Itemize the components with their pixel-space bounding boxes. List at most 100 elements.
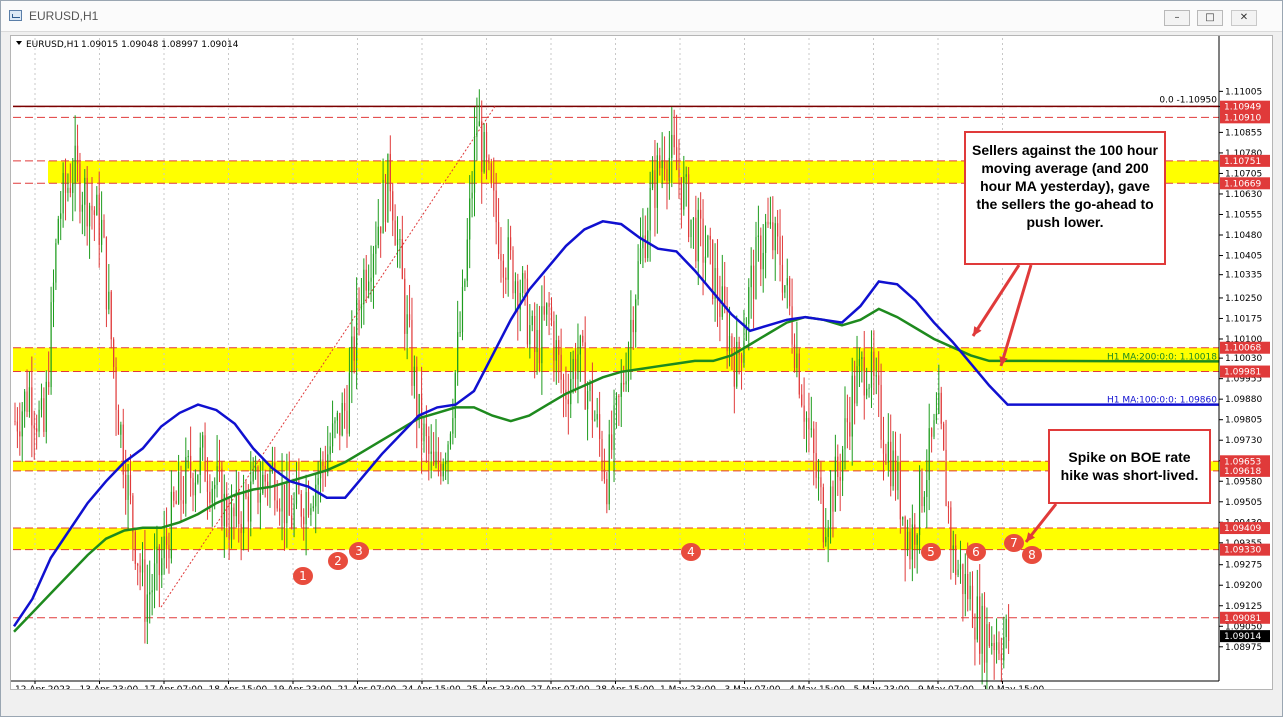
candle-body: [832, 486, 834, 512]
candle-body: [331, 423, 334, 447]
candle-body: [425, 423, 427, 437]
candle-body: [675, 147, 678, 170]
candle-body: [856, 366, 858, 404]
price-tick-label: 1.10175: [1225, 314, 1262, 324]
candle-body: [683, 176, 685, 210]
candle-body: [878, 375, 880, 385]
candle-body: [731, 336, 733, 357]
chart-area[interactable]: H1 MA:200:0:0: 1.10018 H1 MA:100:0:0: 1.0…: [10, 35, 1273, 690]
candle-body: [447, 444, 449, 462]
candle-body: [221, 468, 223, 527]
candle-body: [750, 265, 752, 288]
price-tag-label: 1.10068: [1224, 344, 1261, 354]
minimize-button[interactable]: –: [1164, 10, 1190, 26]
chart-symbol: EURUSD,H1: [26, 40, 79, 50]
price-tick-label: 1.10335: [1225, 271, 1262, 281]
candle-body: [724, 286, 726, 307]
candle-body: [300, 494, 302, 517]
candle-body: [688, 174, 690, 238]
candle-body: [955, 545, 957, 575]
candle-body: [139, 565, 141, 573]
time-tick-label: 4 May 15:00: [789, 685, 845, 689]
boe-spike-annotation: Spike on BOE rate hike was short-lived.: [1048, 429, 1211, 504]
price-tick-label: 1.10250: [1225, 294, 1262, 304]
candle-body: [254, 467, 257, 472]
candle-body: [777, 223, 779, 237]
candle-body: [488, 157, 490, 164]
candle-body: [91, 205, 93, 211]
candle-body: [214, 484, 216, 489]
time-tick-label: 1 May 23:00: [660, 685, 716, 689]
candle-body: [382, 179, 384, 234]
candle-body: [242, 492, 245, 534]
price-tick-label: 1.10405: [1225, 252, 1262, 262]
candle-body: [433, 451, 435, 465]
candle-body: [870, 351, 873, 388]
candle-body: [353, 336, 355, 361]
price-tag-label: 1.09981: [1224, 368, 1261, 378]
candle-body: [276, 500, 278, 509]
price-tick-label: 1.08975: [1225, 643, 1262, 653]
candle-body: [279, 508, 281, 512]
candle-body: [995, 642, 998, 651]
candle-body: [940, 392, 942, 424]
candle-body: [543, 306, 545, 315]
candle-body: [230, 507, 233, 540]
candle-body: [211, 488, 213, 503]
candle-body: [218, 466, 221, 469]
candle-body: [890, 441, 892, 487]
chart-window: EURUSD,H1 – □ ✕ H1 MA:200:0:0: 1.10018 H1…: [0, 0, 1283, 717]
candle-body: [307, 492, 310, 516]
candle-body: [548, 303, 550, 307]
candle-body: [416, 366, 418, 418]
candle-body: [64, 172, 67, 193]
sellers-annotation: Sellers against the 100 hour moving aver…: [964, 131, 1166, 265]
candle-body: [442, 463, 444, 477]
candle-body: [129, 475, 132, 496]
candle-body: [837, 456, 839, 478]
touch-marker-1: 1: [293, 567, 313, 585]
candle-body: [173, 491, 175, 501]
candle-body: [490, 163, 492, 185]
candle-body: [594, 419, 596, 421]
price-tick-label: 1.10855: [1225, 128, 1262, 138]
candle-body: [151, 590, 153, 593]
candle-body: [55, 243, 57, 283]
candle-body: [755, 237, 757, 299]
candle-body: [430, 451, 432, 454]
close-button[interactable]: ✕: [1231, 10, 1257, 26]
candle-body: [786, 278, 788, 286]
time-tick-label: 27 Apr 07:00: [531, 685, 590, 689]
candle-body: [339, 412, 341, 436]
candle-body: [779, 236, 781, 265]
candle-body: [603, 468, 606, 480]
candle-body: [483, 132, 485, 172]
candle-body: [380, 226, 382, 234]
candle-body: [671, 134, 673, 158]
candle-body: [644, 235, 646, 258]
title-bar[interactable]: EURUSD,H1 – □ ✕: [1, 1, 1282, 32]
candle-body: [60, 213, 62, 219]
time-tick-label: 9 May 07:00: [918, 685, 974, 689]
candle-body: [199, 447, 201, 476]
candle-body: [599, 414, 601, 439]
candle-body: [760, 235, 762, 270]
candle-body: [1003, 637, 1005, 661]
candle-body: [113, 339, 115, 368]
maximize-button[interactable]: □: [1197, 10, 1223, 26]
candle-body: [762, 252, 764, 270]
candle-body: [601, 438, 603, 469]
candle-body: [921, 470, 923, 507]
price-tick-label: 1.10030: [1225, 354, 1262, 364]
candle-body: [88, 205, 91, 227]
candle-body: [101, 219, 103, 245]
candle-body: [538, 329, 541, 364]
candle-body: [125, 474, 127, 500]
candle-body: [74, 145, 76, 184]
candle-body: [305, 492, 307, 525]
candle-body: [983, 605, 986, 663]
price-tag-label: 1.09081: [1224, 614, 1261, 624]
candle-body: [757, 235, 759, 238]
candle-body: [404, 278, 406, 334]
time-tick-label: 13 Apr 23:00: [80, 685, 139, 689]
